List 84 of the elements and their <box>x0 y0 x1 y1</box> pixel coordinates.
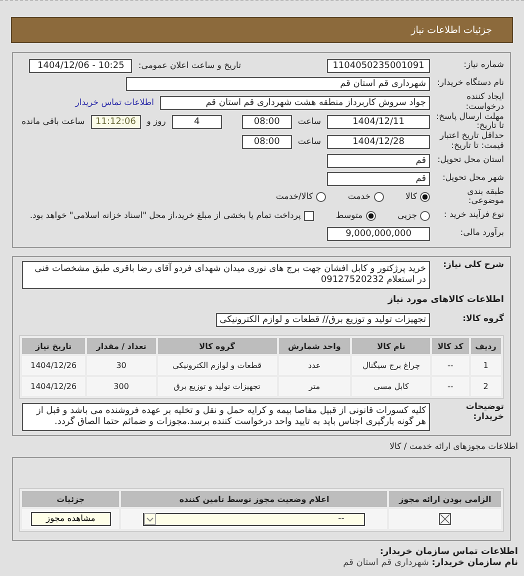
field-label: شهر محل تحویل: <box>441 174 504 184</box>
radio-label: کالا <box>406 192 417 202</box>
section-title: اطلاعات مجوزهای ارائه خدمت / کالا <box>388 442 518 452</box>
column-header: اعلام وضعیت مجوز توسط تامین کننده <box>121 491 388 508</box>
table-cell: -- <box>432 356 469 376</box>
checkbox[interactable] <box>304 211 314 222</box>
radio-option[interactable]: کالا/خدمت <box>276 192 326 202</box>
field-label: برآورد مالی: <box>459 229 504 239</box>
goods-group-field: تجهیزات تولید و توزیع برق// قطعات و لوازم الکترونیکی <box>216 313 430 328</box>
field-label: حداقل تاریخ اعتبار قیمت: تا تاریخ: <box>438 132 504 152</box>
section-title: اطلاعات کالاهای مورد نیاز <box>386 295 504 306</box>
radio-option[interactable]: جزیی <box>398 211 430 222</box>
deadline-date-field: 1404/12/11 <box>327 115 430 130</box>
buyer-contact-link[interactable]: اطلاعات تماس خریدار <box>75 98 154 108</box>
column-header: الزامی بودن ارائه مجوز <box>389 491 501 508</box>
radio-option[interactable]: متوسط <box>336 211 376 222</box>
table-cell: 1404/12/26 <box>22 377 86 396</box>
province-field: قم <box>327 154 430 168</box>
table-cell: کابل مسی <box>352 377 430 396</box>
column-header: کد کالا <box>432 338 469 354</box>
section-title: اطلاعات تماس سازمان خریدار: <box>378 547 518 558</box>
creator-field: جواد سروش کاربرداز منطقه هشت شهرداری قم استان قم <box>160 96 430 110</box>
page-title: جزئیات اطلاعات نیاز <box>411 24 492 36</box>
table-cell: عدد <box>278 356 350 376</box>
radio-option[interactable]: خدمت <box>348 192 384 202</box>
deadline-time-field: 08:00 <box>242 115 292 130</box>
table-cell: 30 <box>87 356 156 376</box>
field-label: شماره نیاز: <box>462 61 504 71</box>
time-label: ساعت <box>298 117 321 128</box>
org-name: شهرداری قم استان قم <box>343 558 429 568</box>
remaining-time-field: 11:12:06 <box>90 115 141 130</box>
column-header: ردیف <box>470 338 501 354</box>
radio-icon[interactable] <box>374 192 384 202</box>
radio-icon[interactable] <box>420 192 430 202</box>
table-cell: تجهیزات تولید و توزیع برق <box>158 377 277 396</box>
field-label: طبقه بندی موضوعی: <box>466 188 504 208</box>
validity-time-field: 08:00 <box>242 134 292 149</box>
radio-option[interactable]: کالا <box>406 192 430 202</box>
validity-date-field: 1404/12/28 <box>327 134 430 149</box>
column-header: تعداد / مقدار <box>87 338 156 354</box>
table-cell: 300 <box>87 377 156 396</box>
column-header: نام کالا <box>352 338 430 354</box>
table-cell: متر <box>278 377 350 396</box>
time-label: ساعت <box>298 136 321 147</box>
days-label: روز و <box>146 117 166 128</box>
radio-icon[interactable] <box>420 211 430 222</box>
table-cell: -- <box>432 377 469 396</box>
description-field: خرید پرژکتور و کابل افشان جهت برج های نوری میدان شهدای فردو آقای رضا باقری طبق مشخصات فنی در استعلام 09127520232 <box>22 261 430 290</box>
field-label: نام دستگاه خریدار: <box>436 79 504 89</box>
city-field: قم <box>327 172 430 186</box>
buyer-field: شهرداری قم استان قم <box>126 77 430 91</box>
field-label: مهلت ارسال پاسخ: تا تاریخ: <box>436 112 504 132</box>
table-cell: قطعات و لوازم الکترونیکی <box>158 356 277 376</box>
remaining-label: ساعت باقی مانده <box>22 117 85 128</box>
field-label: استان محل تحویل: <box>436 156 504 166</box>
radio-label: جزیی <box>398 211 417 222</box>
column-header: گروه کالا <box>158 338 277 354</box>
table-cell: 2 <box>470 377 501 396</box>
field-label: شرح کلی نیاز: <box>442 261 504 271</box>
field-label: ایجاد کننده درخواست: <box>464 93 504 112</box>
field-label: نوع فرآیند خرید : <box>442 211 504 221</box>
dropdown-caret-icon[interactable] <box>144 513 156 526</box>
view-permit-button[interactable]: مشاهده مجوز <box>30 512 111 526</box>
field-label: گروه کالا: <box>462 315 504 325</box>
field-label: تاریخ و ساعت اعلان عمومی: <box>138 61 241 71</box>
budget-field: 9,000,000,000 <box>327 227 430 242</box>
status-dropdown[interactable]: -- <box>143 512 366 526</box>
field-label: نام سازمان خریدار: <box>432 558 518 568</box>
days-field: 4 <box>172 115 222 130</box>
radio-icon[interactable] <box>366 211 376 222</box>
table-cell: چراغ برج سیگنال <box>352 356 430 376</box>
announce-date-field: 1404/12/06 - 10:25 <box>29 59 132 73</box>
column-header: تاریخ نیاز <box>22 338 86 354</box>
radio-icon[interactable] <box>316 192 326 202</box>
table-cell: 1 <box>470 356 501 376</box>
column-header: جزئیات <box>22 491 120 508</box>
column-header: واحد شمارش <box>278 338 350 354</box>
radio-label: کالا/خدمت <box>276 192 313 202</box>
field-label: توضیحات خریدار: <box>464 403 504 423</box>
table-cell: 1404/12/26 <box>22 356 86 376</box>
radio-label: متوسط <box>336 211 363 222</box>
notes-field: کلیه کسورات قانونی از قبیل مفاصا بیمه و کرایه حمل و نقل و تخلیه بر عهده فروشنده می باشد و قبل از هر گونه بارگیری اجناس باید به تایید واحد درخواست کننده برسد.مجوزات و ضمائم حتما الصاق گردد. <box>22 403 430 432</box>
need-number-field: 1104050235001091 <box>327 59 430 73</box>
radio-label: خدمت <box>348 192 371 202</box>
